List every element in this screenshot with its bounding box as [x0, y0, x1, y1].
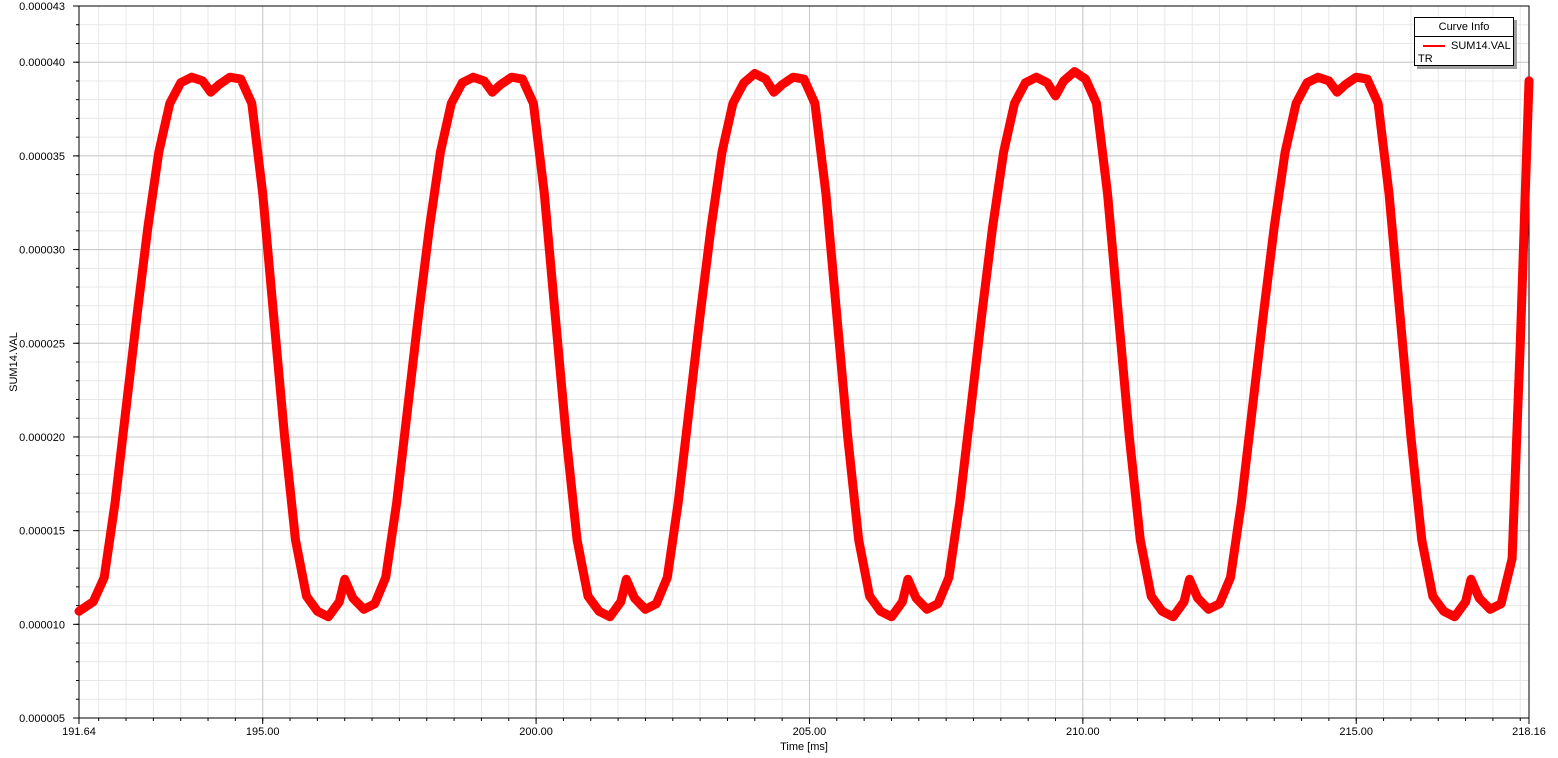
x-tick-label: 215.00 [1339, 726, 1373, 738]
x-tick-label: 195.00 [246, 726, 280, 738]
x-tick-label: 205.00 [793, 726, 827, 738]
legend-entry-label: SUM14.VAL [1451, 40, 1511, 52]
x-tick-label: 210.00 [1066, 726, 1100, 738]
y-axis-ticks: 0.000005 0.000010 0.000015 0.000020 0.000025… [19, 1, 79, 725]
y-tick-label: 0.000030 [19, 245, 65, 257]
legend-entry[interactable]: SUM14.VAL [1415, 39, 1513, 53]
legend[interactable]: Curve Info SUM14.VAL TR [1414, 17, 1514, 66]
series-line [74, 67, 1534, 622]
chart-canvas: 191.64 195.00 200.00 205.00 210.00 215.00 218.… [8, 1, 1546, 753]
y-tick-label: 0.000025 [19, 338, 65, 350]
x-axis-ticks: 191.64 195.00 200.00 205.00 210.00 215.00 218.… [62, 718, 1546, 738]
minor-grid [79, 6, 1529, 718]
x-tick-label: 218.16 [1512, 726, 1546, 738]
legend-swatch [1423, 45, 1445, 47]
y-tick-label: 0.000043 [19, 1, 65, 13]
y-tick-label: 0.000020 [19, 432, 65, 444]
y-tick-label: 0.000005 [19, 713, 65, 725]
y-tick-label: 0.000015 [19, 526, 65, 538]
legend-group-label: TR [1418, 53, 1433, 65]
legend-title: Curve Info [1415, 18, 1513, 37]
x-tick-label: 191.64 [62, 726, 96, 738]
y-tick-label: 0.000035 [19, 151, 65, 163]
x-axis-title: Time [ms] [780, 741, 828, 753]
y-tick-label: 0.000040 [19, 57, 65, 69]
y-tick-label: 0.000010 [19, 619, 65, 631]
x-tick-label: 200.00 [519, 726, 553, 738]
y-axis-title: SUM14.VAL [8, 332, 20, 392]
series-layer [74, 67, 1534, 622]
